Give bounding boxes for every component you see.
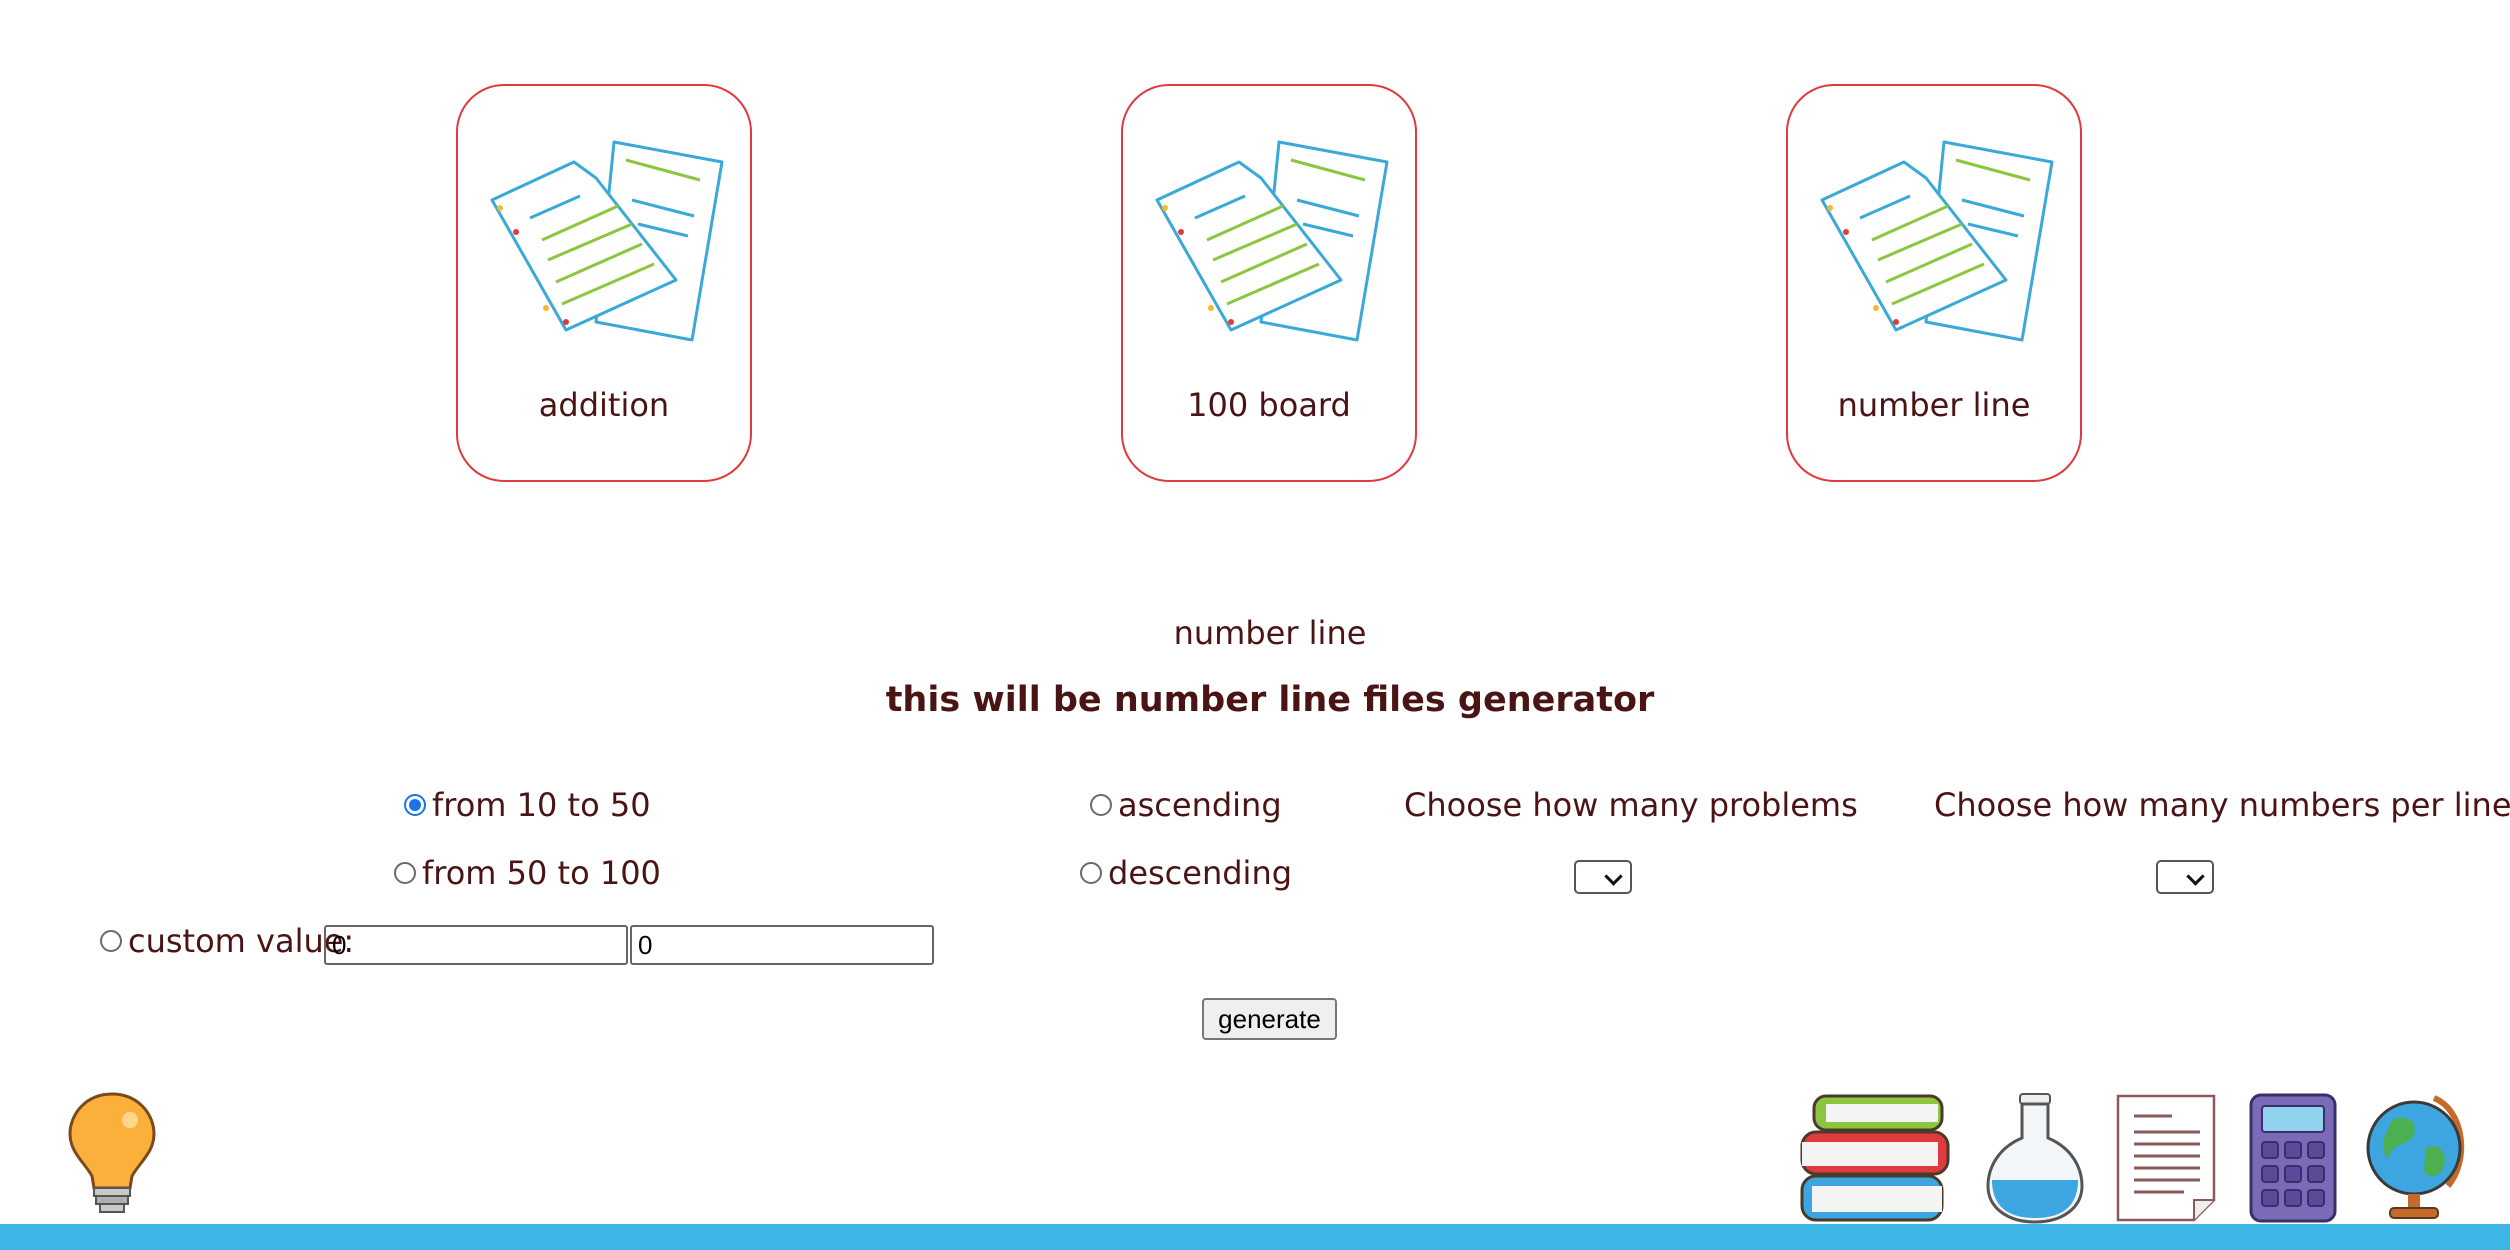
card-label: number line [1837,386,2031,424]
problems-select[interactable] [1574,860,1632,894]
order-option-ascending[interactable]: ascending [1090,786,1282,824]
card-label: 100 board [1187,386,1351,424]
footer-bar [0,1224,2510,1250]
radio-button[interactable] [100,930,122,952]
range-option-50-100[interactable]: from 50 to 100 [394,854,661,892]
document-icon [2116,1094,2216,1222]
custom-min-input[interactable]: 0 [324,925,628,965]
books-icon [1800,1094,1950,1222]
radio-button[interactable] [1080,862,1102,884]
range-option-custom[interactable]: custom value: [100,922,354,960]
documents-icon [490,140,724,342]
flask-icon [1986,1093,2084,1224]
numbers-per-line-select[interactable] [2156,860,2214,894]
radio-button[interactable] [394,862,416,884]
lightbulb-icon [68,1092,156,1213]
calculator-icon [2249,1093,2337,1223]
card-100-board[interactable]: 100 board [1121,84,1417,482]
documents-icon [1155,140,1389,342]
globe-icon [2366,1095,2465,1219]
range-option-label: custom value: [128,922,355,960]
order-option-label: descending [1108,854,1293,892]
card-addition[interactable]: addition [456,84,752,482]
range-option-label: from 10 to 50 [432,786,651,824]
card-label: addition [538,386,670,424]
card-number-line[interactable]: number line [1786,84,2082,482]
problems-label: Choose how many problems [1404,786,1858,824]
radio-button[interactable] [404,794,426,816]
range-option-10-50[interactable]: from 10 to 50 [404,786,651,824]
order-option-label: ascending [1118,786,1282,824]
generator-heading: this will be number line files generator [885,680,1655,720]
range-option-label: from 50 to 100 [422,854,661,892]
generate-button[interactable]: generate [1202,998,1337,1040]
numbers-per-line-label: Choose how many numbers per lines [1934,786,2510,824]
custom-max-input[interactable]: 0 [630,925,934,965]
documents-icon [1820,140,2054,342]
radio-button[interactable] [1090,794,1112,816]
order-option-descending[interactable]: descending [1080,854,1292,892]
section-subheading: number line [1173,614,1367,652]
